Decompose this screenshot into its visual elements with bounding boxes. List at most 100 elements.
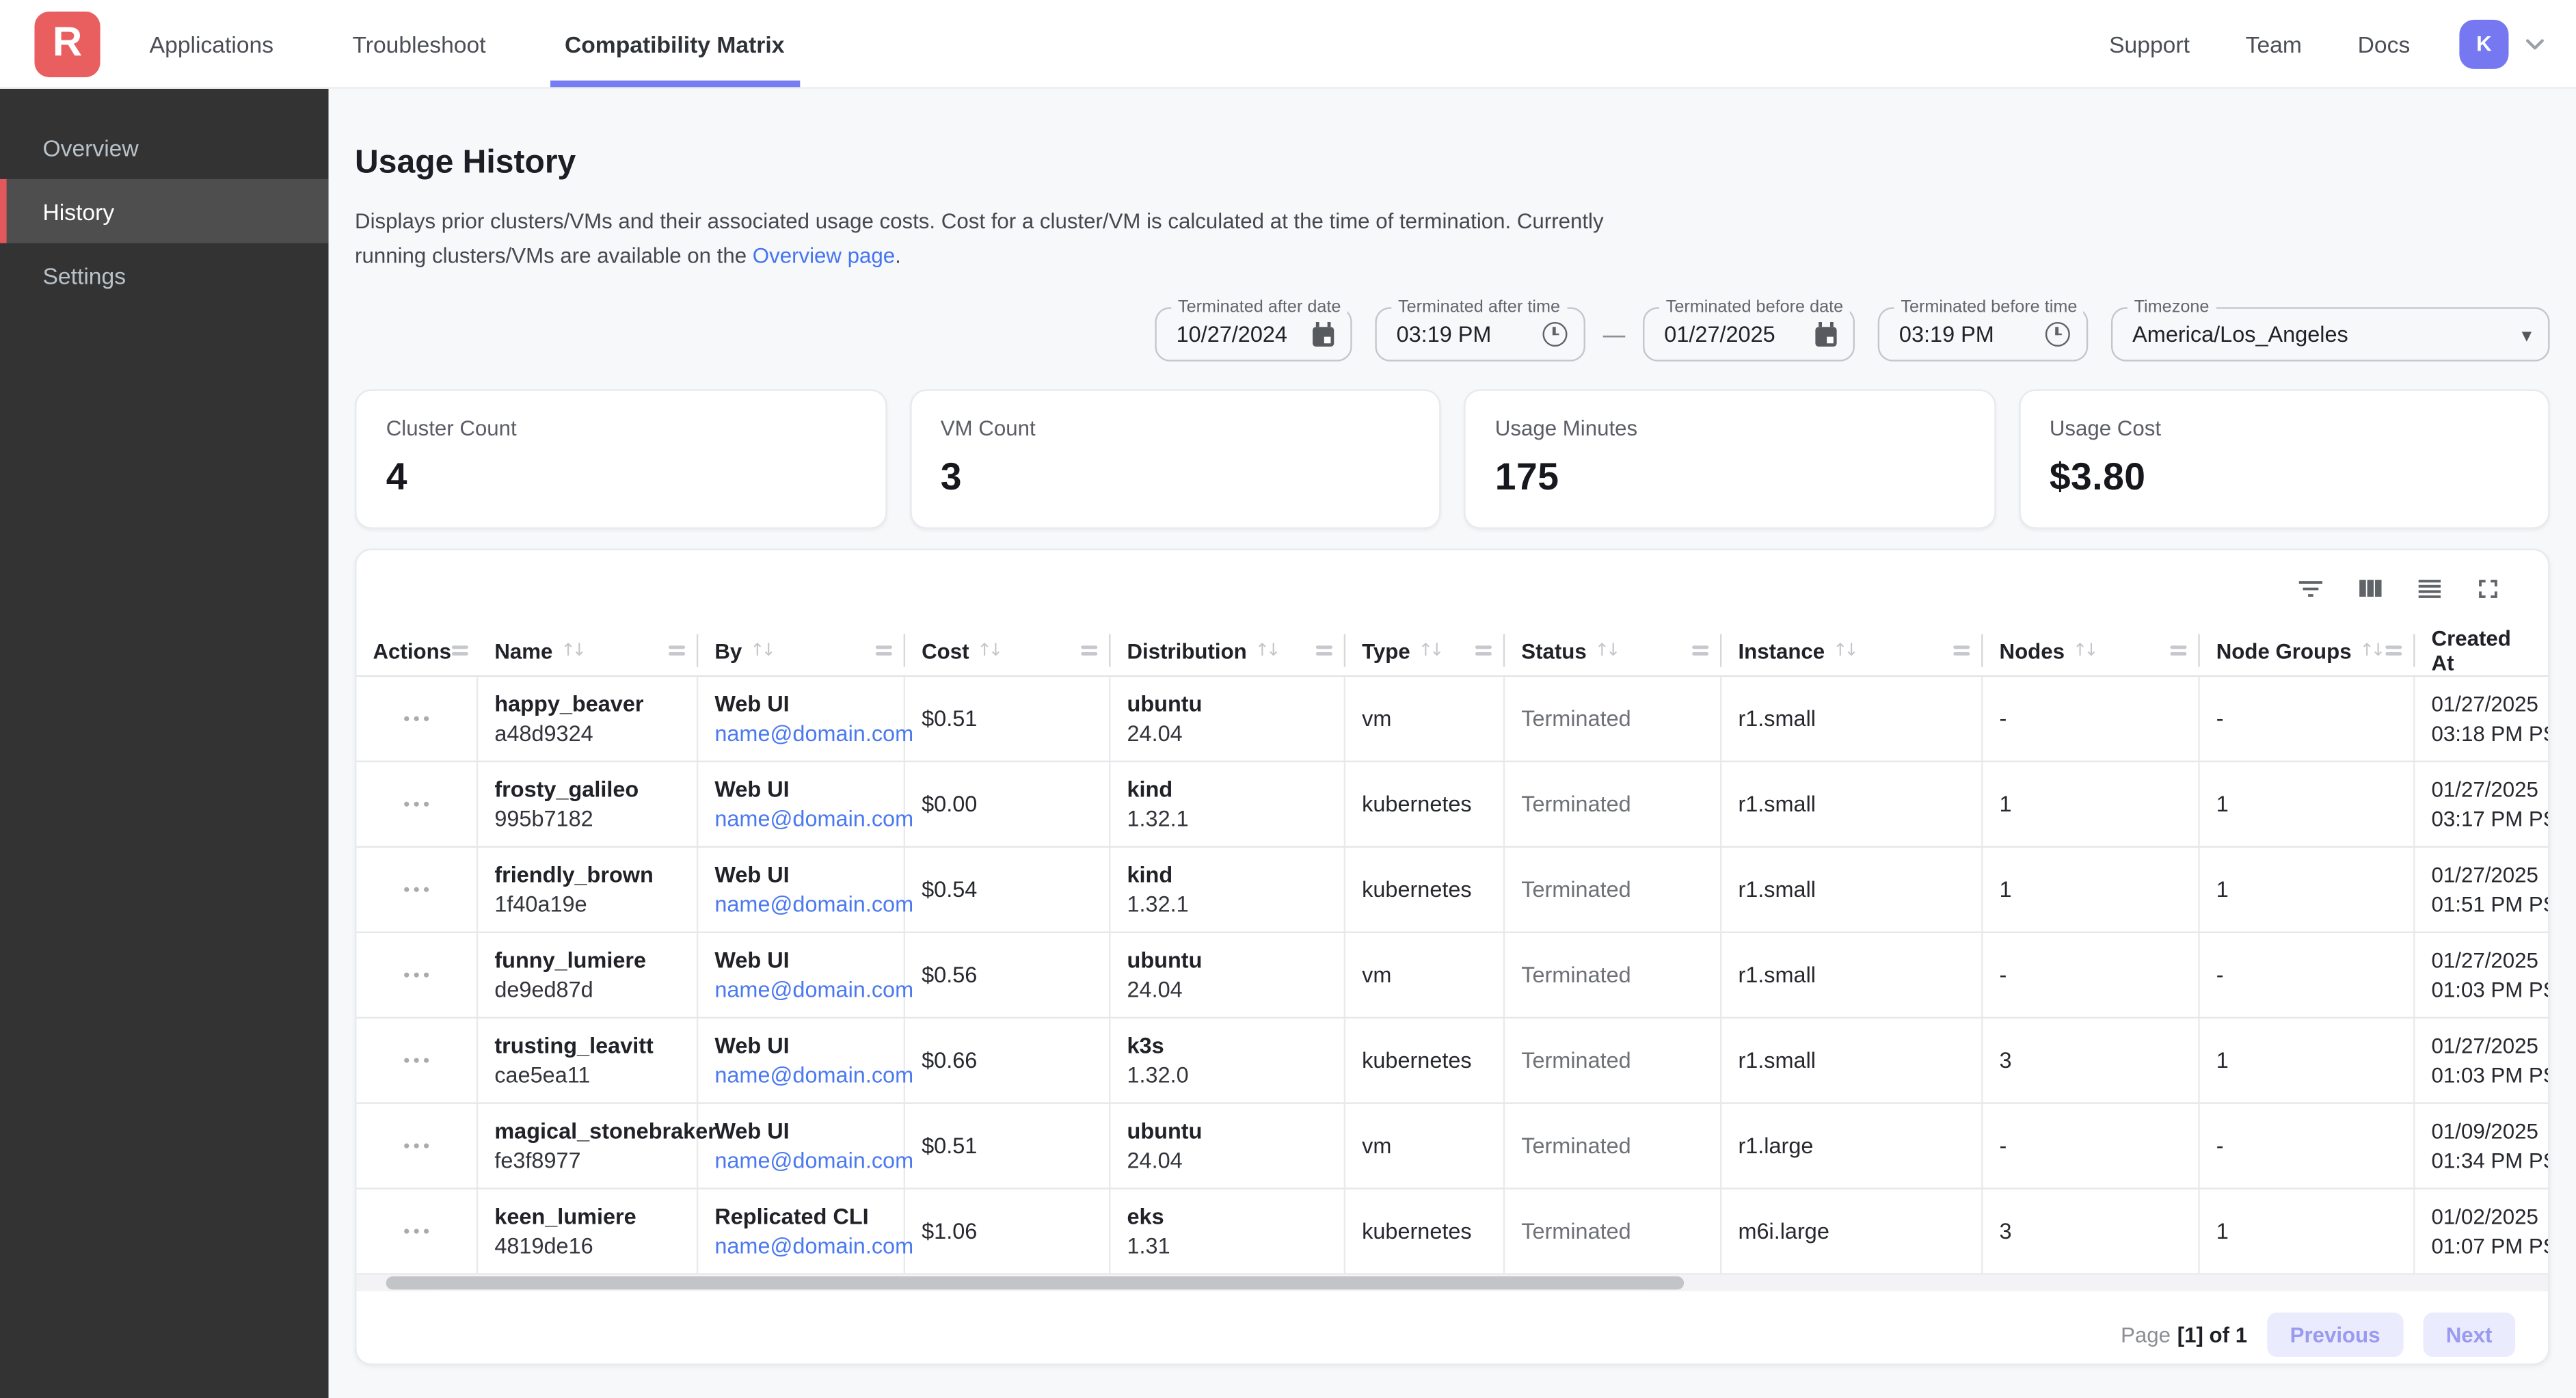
nav-tab[interactable]: Applications: [144, 0, 278, 87]
column-menu-icon[interactable]: [1475, 645, 1492, 656]
row-actions-button[interactable]: [397, 794, 435, 814]
cell-text: r1.large: [1738, 1133, 1981, 1158]
sidebar-item[interactable]: History: [0, 179, 329, 243]
column-header[interactable]: Instance ↑↓ ↓: [1721, 626, 1983, 675]
overview-page-link[interactable]: Overview page: [753, 243, 895, 268]
columns-icon[interactable]: [2344, 563, 2393, 613]
column-menu-icon[interactable]: [669, 645, 685, 656]
cell-date: 01/27/2025: [2432, 948, 2549, 973]
density-icon[interactable]: [2404, 563, 2453, 613]
table-cell-node_groups: -: [2200, 1104, 2415, 1188]
column-header[interactable]: Type ↑↓ ↓: [1345, 626, 1505, 675]
email-link[interactable]: name@domain.com: [714, 1148, 903, 1173]
column-header[interactable]: Nodes ↑↓ ↓: [1983, 626, 2199, 675]
row-actions-button[interactable]: [397, 1136, 435, 1155]
table-cell-cost: $0.56: [905, 933, 1110, 1017]
email-link[interactable]: name@domain.com: [714, 978, 903, 1002]
row-actions-button[interactable]: [397, 1051, 435, 1070]
previous-button[interactable]: Previous: [2267, 1312, 2403, 1356]
column-menu-icon[interactable]: [1953, 645, 1970, 656]
row-actions-button[interactable]: [397, 965, 435, 984]
cell-text: kubernetes: [1362, 877, 1503, 902]
sidebar-item-label: History: [42, 198, 114, 224]
nav-tab-label: Compatibility Matrix: [565, 30, 785, 56]
column-menu-icon[interactable]: [2385, 645, 2402, 656]
filter-field[interactable]: Timezone America/Los_Angeles ▾: [2111, 307, 2550, 361]
column-menu-icon[interactable]: [451, 645, 468, 656]
row-actions-button[interactable]: [397, 1222, 435, 1241]
chevron-down-icon[interactable]: [2520, 29, 2549, 58]
row-actions-button[interactable]: [397, 710, 435, 729]
cell-text: kubernetes: [1362, 1219, 1503, 1244]
cell-secondary: a48d9324: [494, 721, 697, 746]
row-actions-button[interactable]: [397, 880, 435, 899]
table-cell-status: Terminated: [1505, 677, 1721, 761]
horizontal-scrollbar[interactable]: [356, 1275, 2548, 1291]
table-cell-cost: $1.06: [905, 1189, 1110, 1274]
email-link[interactable]: name@domain.com: [714, 807, 903, 831]
table-cell-status: Terminated: [1505, 848, 1721, 932]
filter-field[interactable]: Terminated before date 01/27/2025 ▾: [1643, 307, 1855, 361]
column-header[interactable]: Name ↑↓ ↓: [478, 626, 698, 675]
cell-primary: Web UI: [714, 1118, 903, 1143]
usage-table-card: Actions ↑↓ ↓ Name ↑↓ ↓ By ↑↓ ↓ Cost ↑↓ ↓…: [355, 549, 2549, 1365]
filter-field-value: 01/27/2025: [1664, 322, 1815, 347]
column-menu-icon[interactable]: [1081, 645, 1097, 656]
clock-icon[interactable]: [1542, 322, 1567, 347]
clock-icon[interactable]: [2045, 322, 2070, 347]
column-menu-icon[interactable]: [876, 645, 892, 656]
email-link[interactable]: name@domain.com: [714, 1234, 903, 1259]
column-menu-icon[interactable]: [1316, 645, 1332, 656]
column-header[interactable]: Actions ↑↓ ↓: [356, 626, 478, 675]
email-link[interactable]: name@domain.com: [714, 721, 903, 746]
filter-field[interactable]: Terminated before time 03:19 PM ▾: [1878, 307, 2089, 361]
cell-text: 1: [2000, 792, 2199, 816]
column-header[interactable]: Created At ↑↓ ↓: [2415, 626, 2548, 675]
column-header[interactable]: By ↑↓ ↓: [698, 626, 905, 675]
sidebar-item[interactable]: Settings: [0, 243, 329, 308]
avatar[interactable]: K: [2459, 19, 2508, 68]
table-cell-name: magical_stonebrakerfe3f8977: [478, 1104, 698, 1188]
table-cell-node_groups: 1: [2200, 848, 2415, 932]
cell-text: $0.51: [922, 1133, 1109, 1158]
table-row: keen_lumiere4819de16Replicated CLIname@d…: [356, 1189, 2548, 1275]
nav-tab[interactable]: Compatibility Matrix: [560, 0, 790, 87]
next-button[interactable]: Next: [2423, 1312, 2515, 1356]
cell-secondary: 4819de16: [494, 1234, 697, 1259]
sort-desc-icon: ↓: [2547, 637, 2548, 663]
cell-text: r1.small: [1738, 1048, 1981, 1073]
table-cell-created_at: 01/27/202501:03 PM PST: [2415, 933, 2548, 1017]
cell-primary: ubuntu: [1127, 692, 1343, 716]
column-menu-icon[interactable]: [1692, 645, 1708, 656]
column-header[interactable]: Node Groups ↑↓ ↓: [2200, 626, 2415, 675]
filter-field[interactable]: Terminated after date 10/27/2024 ▾: [1155, 307, 1352, 361]
chevron-down-icon[interactable]: ▾: [2522, 325, 2532, 345]
email-link[interactable]: name@domain.com: [714, 892, 903, 917]
data-grid: Actions ↑↓ ↓ Name ↑↓ ↓ By ↑↓ ↓ Cost ↑↓ ↓…: [356, 626, 2548, 1275]
cell-text: r1.small: [1738, 706, 1981, 731]
column-header[interactable]: Distribution ↑↓ ↓: [1110, 626, 1345, 675]
filter-field-label: Terminated before date: [1659, 297, 1850, 317]
nav-link[interactable]: Team: [2246, 30, 2302, 56]
scrollbar-thumb[interactable]: [386, 1276, 1684, 1289]
table-footer: Page[1] of 1 Previous Next: [356, 1291, 2548, 1365]
fullscreen-icon[interactable]: [2463, 563, 2512, 613]
nav-tab[interactable]: Troubleshoot: [347, 0, 491, 87]
brand-logo[interactable]: R: [34, 11, 100, 77]
column-header[interactable]: Status ↑↓ ↓: [1505, 626, 1721, 675]
calendar-icon[interactable]: [1313, 327, 1334, 347]
sidebar-item[interactable]: Overview: [0, 115, 329, 179]
column-menu-icon[interactable]: [2170, 645, 2186, 656]
filter-field[interactable]: Terminated after time 03:19 PM ▾: [1375, 307, 1585, 361]
nav-link[interactable]: Docs: [2358, 30, 2411, 56]
column-header-label: Instance: [1738, 638, 1825, 663]
cell-time: 03:18 PM PST: [2432, 721, 2549, 746]
table-cell-by: Web UI name@domain.com: [698, 1104, 905, 1188]
table-cell-actions: [356, 848, 478, 932]
filter-icon[interactable]: [2285, 563, 2335, 613]
column-header[interactable]: Cost ↑↓ ↓: [905, 626, 1110, 675]
email-link[interactable]: name@domain.com: [714, 1063, 903, 1088]
nav-link[interactable]: Support: [2109, 30, 2190, 56]
calendar-icon[interactable]: [1815, 327, 1836, 347]
cell-text: Terminated: [1521, 792, 1720, 816]
